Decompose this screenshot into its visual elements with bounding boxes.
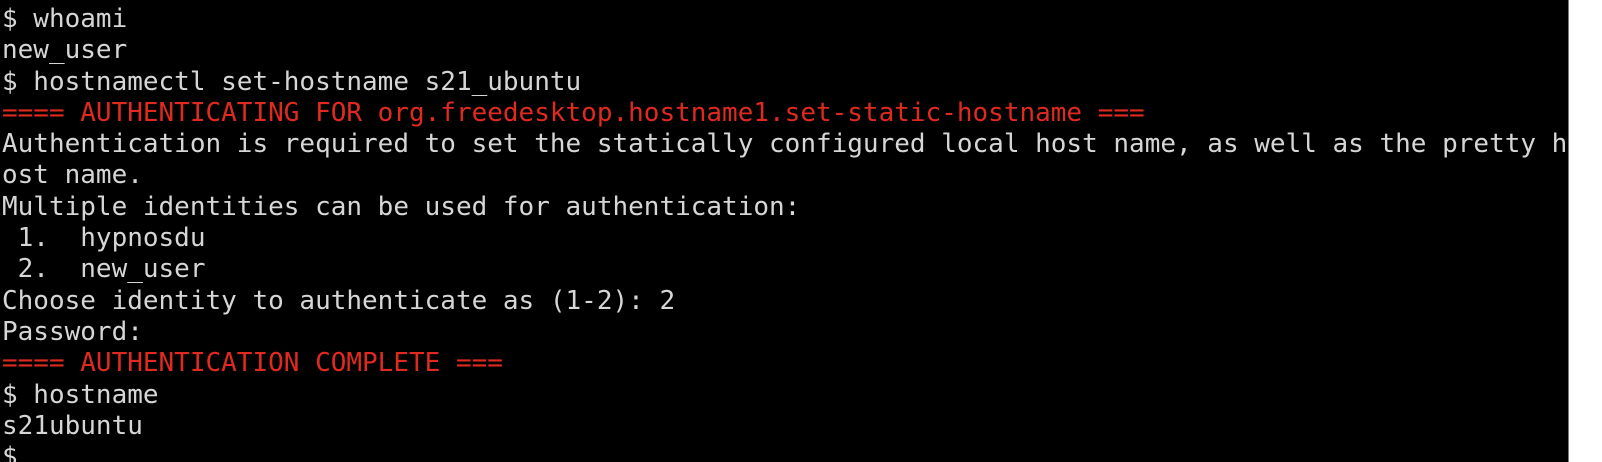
terminal-window[interactable]: $ whoami new_user $ hostnamectl set-host… — [0, 0, 1568, 462]
terminal-line-identities-prompt: Multiple identities can be used for auth… — [2, 191, 801, 222]
terminal-line-hostname-command: $ hostname — [2, 379, 159, 410]
terminal-line-auth-message: Authentication is required to set the st… — [2, 129, 1568, 160]
window-right-border — [1568, 0, 1602, 462]
terminal-line-hostname-output: s21ubuntu — [2, 410, 143, 441]
terminal-line-auth-message-wrap: ost name. — [2, 160, 143, 191]
terminal-line-auth-header: ==== AUTHENTICATING FOR org.freedesktop.… — [2, 97, 1145, 128]
terminal-line-set-hostname-command: $ hostnamectl set-hostname s21_ubuntu — [2, 66, 582, 97]
window-border-line — [1568, 0, 1569, 462]
terminal-line-choose-identity: Choose identity to authenticate as (1-2)… — [2, 285, 676, 316]
terminal-line-whoami-command: $ whoami — [2, 4, 128, 34]
terminal-line-prompt[interactable]: $ — [0, 442, 1568, 462]
terminal-line-whoami-output: new_user — [2, 35, 128, 66]
terminal-line-auth-complete: ==== AUTHENTICATION COMPLETE === — [2, 348, 503, 379]
terminal-line-password-prompt: Password: — [2, 316, 143, 347]
terminal-line-identity-2: 2. new_user — [2, 254, 206, 285]
terminal-line-identity-1: 1. hypnosdu — [2, 223, 206, 254]
